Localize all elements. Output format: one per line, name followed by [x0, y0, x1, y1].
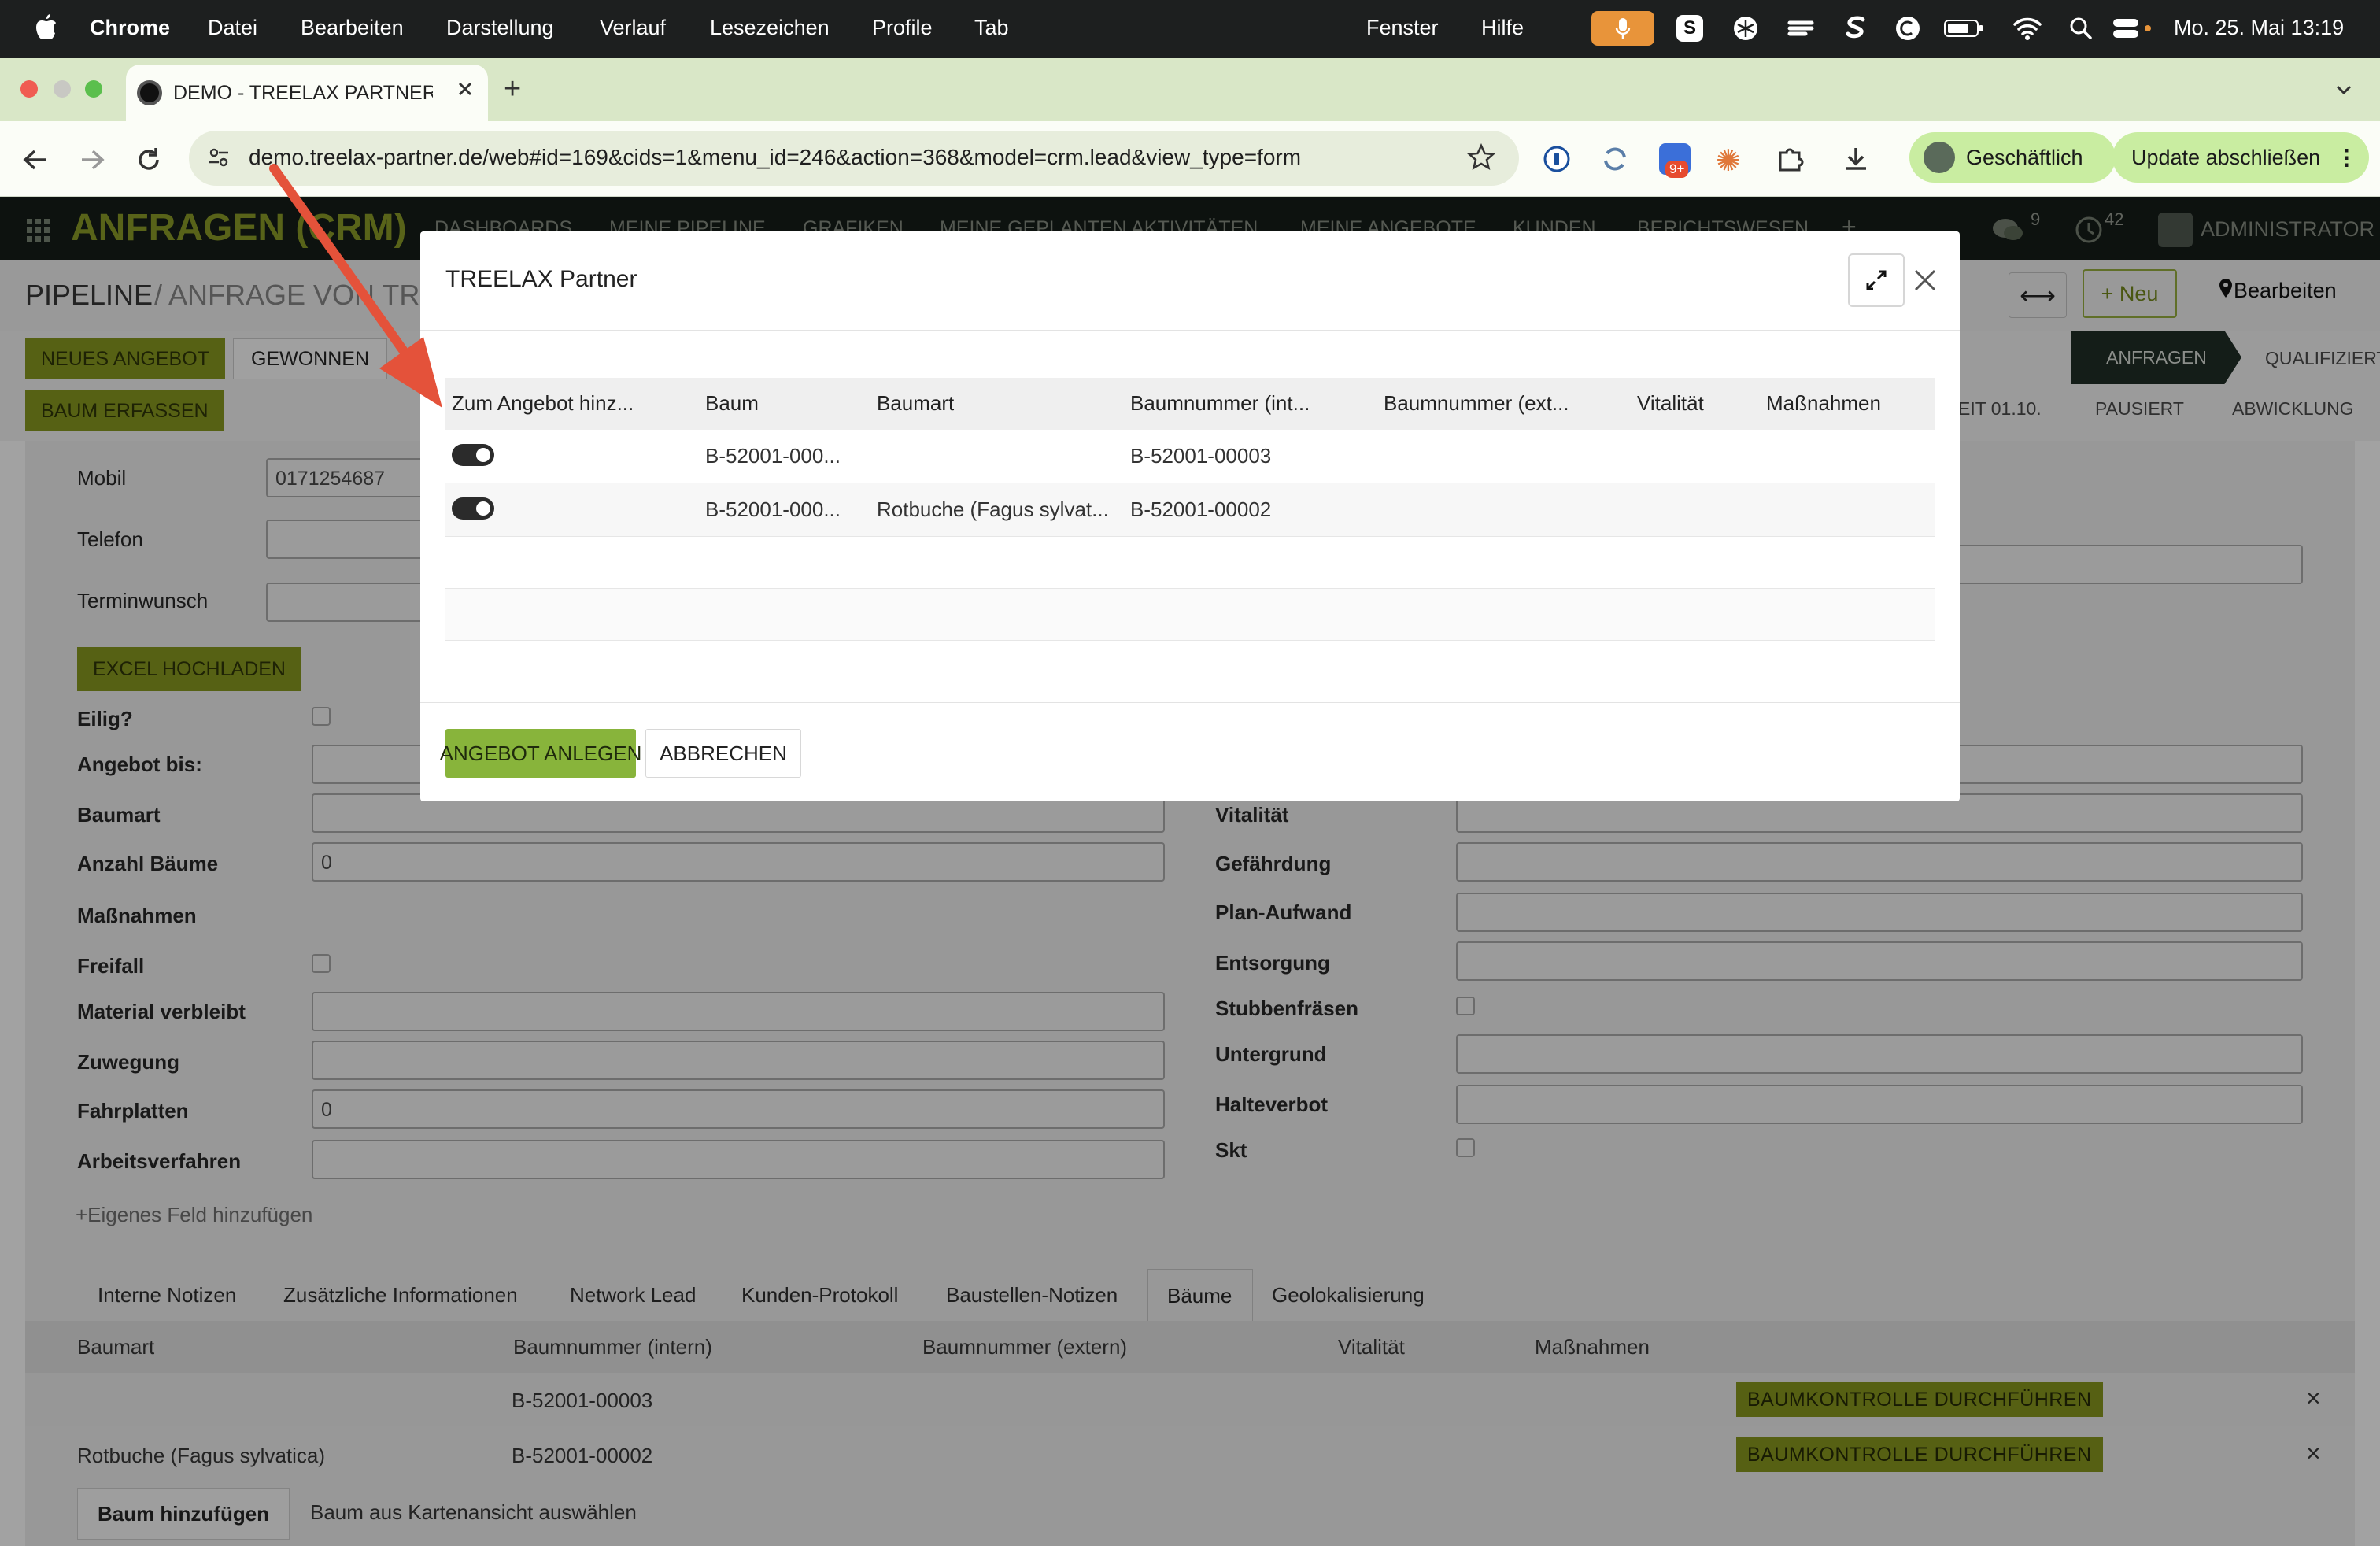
tab-close-icon[interactable]: [455, 79, 475, 99]
empty-row: [445, 537, 1935, 589]
menu-tab[interactable]: Tab: [974, 16, 1009, 40]
stack-icon[interactable]: [1783, 11, 1818, 46]
row1-add-toggle[interactable]: [452, 444, 494, 466]
drow2-baum: B-52001-000...: [705, 497, 841, 521]
sparkle-extension-icon[interactable]: ✺: [1716, 143, 1741, 179]
tab-search-chevron-icon[interactable]: [2333, 79, 2355, 101]
tab-title: DEMO - TREELAX PARTNER -: [173, 82, 433, 104]
forward-arrow-icon[interactable]: [79, 148, 105, 172]
spotlight-search-icon[interactable]: [2065, 11, 2097, 46]
dcol-baumnummer-extern[interactable]: Baumnummer (ext...: [1384, 391, 1569, 416]
macos-menu-bar: Chrome Datei Bearbeiten Darstellung Verl…: [0, 0, 2380, 58]
menu-darstellung[interactable]: Darstellung: [446, 16, 554, 40]
menu-bearbeiten[interactable]: Bearbeiten: [301, 16, 404, 40]
menu-fenster[interactable]: Fenster: [1366, 16, 1439, 40]
menu-profile[interactable]: Profile: [872, 16, 933, 40]
row2-add-toggle[interactable]: [452, 497, 494, 520]
back-arrow-icon[interactable]: [22, 148, 49, 172]
profile-label: Geschäftlich: [1966, 145, 2083, 169]
window-zoom-icon[interactable]: [85, 80, 102, 98]
s-app-icon[interactable]: S: [1670, 11, 1709, 46]
drow1-intern: B-52001-00003: [1130, 444, 1272, 468]
dialog-title: TREELAX Partner: [445, 266, 638, 292]
menu-hilfe[interactable]: Hilfe: [1481, 16, 1524, 40]
microphone-icon[interactable]: [1591, 11, 1654, 46]
profile-avatar: [1924, 142, 1955, 173]
calendar-extension-icon[interactable]: 9+: [1659, 143, 1691, 178]
update-button[interactable]: Update abschließen ⋮: [2112, 132, 2369, 183]
wifi-icon[interactable]: [2010, 11, 2045, 46]
sync-extension-icon[interactable]: [1601, 145, 1629, 173]
c-circle-icon[interactable]: [1890, 11, 1925, 46]
s-shape-icon[interactable]: [1839, 11, 1873, 46]
annotation-arrow-icon: [269, 164, 442, 408]
new-tab-button[interactable]: +: [504, 72, 521, 106]
browser-tab-active[interactable]: DEMO - TREELAX PARTNER -: [126, 65, 488, 121]
drow1-baum: B-52001-000...: [705, 444, 841, 468]
bookmark-star-icon[interactable]: [1467, 143, 1495, 172]
site-favicon-icon: [137, 80, 162, 105]
dcol-baum[interactable]: Baum: [705, 391, 759, 416]
apple-icon[interactable]: [35, 13, 58, 41]
menu-datei[interactable]: Datei: [208, 16, 257, 40]
empty-row: [445, 589, 1935, 641]
expand-icon: [1866, 270, 1887, 290]
window-close-icon[interactable]: [20, 80, 38, 98]
menu-lesezeichen[interactable]: Lesezeichen: [710, 16, 830, 40]
dcol-massnahmen[interactable]: Maßnahmen: [1766, 391, 1881, 416]
add-to-offer-dialog: TREELAX Partner Zum Angebot hinz... Baum…: [420, 231, 1960, 801]
download-icon[interactable]: [1842, 145, 1870, 173]
window-minimize-icon[interactable]: [54, 80, 71, 98]
profile-button[interactable]: Geschäftlich: [1909, 132, 2116, 183]
battery-icon: [1941, 11, 1986, 46]
dialog-close-icon[interactable]: [1913, 268, 1938, 293]
extensions-puzzle-icon[interactable]: [1776, 145, 1804, 173]
reload-icon[interactable]: [135, 146, 162, 173]
dcol-baumart[interactable]: Baumart: [877, 391, 954, 416]
dialog-footer-divider: [420, 702, 1960, 703]
dcol-add-to-offer[interactable]: Zum Angebot hinz...: [452, 391, 634, 416]
menu-clock[interactable]: Mo. 25. Mai 13:19: [2174, 16, 2344, 40]
update-label: Update abschließen: [2131, 145, 2321, 169]
control-center-icon[interactable]: [2109, 11, 2155, 46]
dialog-expand-button[interactable]: [1848, 253, 1905, 307]
snowflake-icon[interactable]: [1728, 11, 1763, 46]
cancel-button[interactable]: ABBRECHEN: [645, 729, 801, 778]
more-vert-icon[interactable]: ⋮: [2336, 146, 2357, 170]
menu-verlauf[interactable]: Verlauf: [600, 16, 666, 40]
dcol-baumnummer-intern[interactable]: Baumnummer (int...: [1130, 391, 1310, 416]
extension-badge: 9+: [1665, 161, 1689, 178]
menu-app-chrome[interactable]: Chrome: [90, 16, 170, 40]
drow2-intern: B-52001-00002: [1130, 497, 1272, 521]
drow2-baumart: Rotbuche (Fagus sylvat...: [877, 497, 1109, 521]
dcol-vitalitaet[interactable]: Vitalität: [1637, 391, 1704, 416]
password-manager-icon[interactable]: [1543, 145, 1571, 173]
dialog-header: TREELAX Partner: [420, 231, 1960, 331]
site-info-icon[interactable]: [206, 145, 231, 170]
create-offer-button[interactable]: ANGEBOT ANLEGEN: [440, 729, 641, 778]
